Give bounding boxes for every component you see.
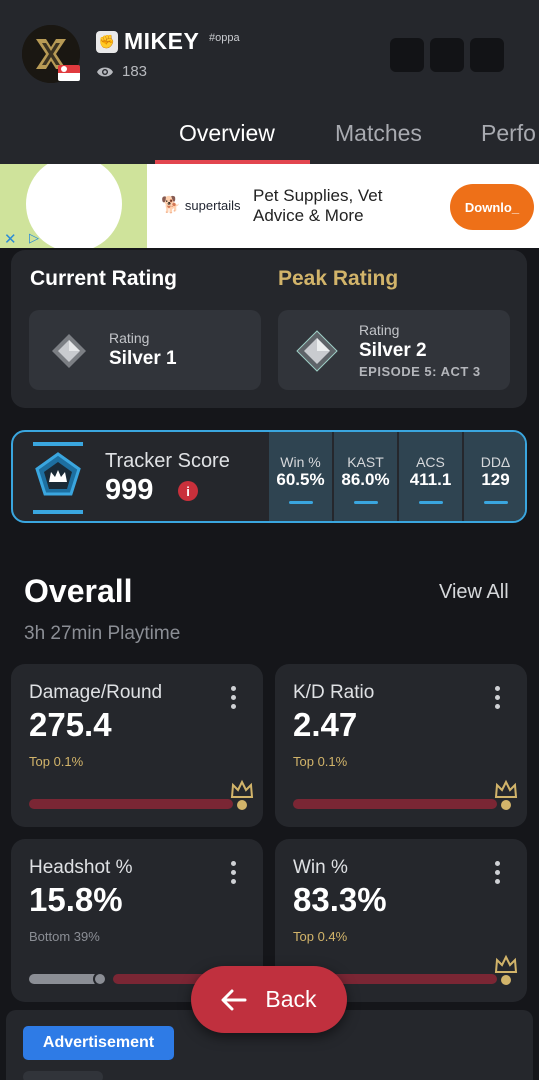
ad-text: Pet Supplies, Vet Advice & More <box>253 186 383 225</box>
stat-value: 60.5% <box>276 470 325 489</box>
ad-placeholder <box>23 1071 103 1080</box>
stat-value: 129 <box>481 470 510 489</box>
stat-card-kd-ratio[interactable]: K/D Ratio 2.47 Top 0.1% <box>275 664 527 827</box>
stat-value: 275.4 <box>29 706 112 743</box>
stat-label: KAST <box>347 454 384 470</box>
ad-choices-icon[interactable]: ▷ <box>29 230 39 246</box>
advertisement-badge: Advertisement <box>23 1026 174 1060</box>
view-all-link[interactable]: View All <box>439 581 509 604</box>
arrow-left-icon <box>221 989 247 1010</box>
more-options-icon[interactable] <box>231 861 237 885</box>
stat-percentile: Top 0.1% <box>29 754 84 769</box>
tracker-badge-icon <box>33 442 83 514</box>
more-options-icon[interactable] <box>231 686 237 710</box>
tab-overview[interactable]: Overview <box>179 120 275 147</box>
ad-banner[interactable]: 🐕 supertails Pet Supplies, Vet Advice & … <box>0 164 539 248</box>
stat-percentile: Top 0.4% <box>293 929 348 944</box>
current-rating-box: Rating Silver 1 <box>29 310 261 390</box>
stat-name: Headshot % <box>29 857 133 878</box>
percentile-bar <box>293 799 497 809</box>
country-flag-icon <box>58 65 80 81</box>
stat-label: Win % <box>280 454 321 470</box>
percentile-bar-fill <box>29 974 99 984</box>
tab-matches[interactable]: Matches <box>335 120 422 147</box>
stat-bar <box>419 501 443 504</box>
stat-bar <box>289 501 313 504</box>
header-action-button-3[interactable] <box>470 38 504 72</box>
peak-rating-label: Rating <box>359 322 400 338</box>
playtime: 3h 27min Playtime <box>24 623 181 644</box>
stat-label: DDΔ <box>480 454 511 470</box>
peak-rating-box: Rating Silver 2 EPISODE 5: ACT 3 <box>278 310 510 390</box>
close-icon[interactable]: ✕ <box>4 230 17 248</box>
header-action-button-2[interactable] <box>430 38 464 72</box>
silver-rank-icon <box>52 334 86 368</box>
more-options-icon[interactable] <box>495 861 501 885</box>
peak-episode: EPISODE 5: ACT 3 <box>359 364 481 379</box>
percentile-marker <box>93 972 107 986</box>
ad-brand: 🐕 supertails <box>161 195 241 215</box>
profile-header: ✊ MIKEY #oppa 183 Overview Matches Perfo <box>0 0 539 164</box>
percentile-bar <box>29 799 233 809</box>
stat-name: K/D Ratio <box>293 682 375 703</box>
stat-value: 15.8% <box>29 881 123 918</box>
crown-icon <box>494 954 518 985</box>
tab-bar: Overview Matches Perfo <box>0 104 539 164</box>
tracker-stat-kast: KAST 86.0% <box>334 432 397 521</box>
eye-icon <box>97 67 113 76</box>
more-options-icon[interactable] <box>495 686 501 710</box>
tracker-score-label: Tracker Score <box>105 450 230 472</box>
tracker-stat-dda: DDΔ 129 <box>464 432 525 521</box>
peak-rank: Silver 2 <box>359 340 427 361</box>
crown-icon <box>494 779 518 810</box>
stat-name: Damage/Round <box>29 682 163 703</box>
stat-value: 86.0% <box>341 470 390 489</box>
riot-fist-icon: ✊ <box>96 31 118 53</box>
current-rating-title: Current Rating <box>30 267 177 290</box>
stat-name: Win % <box>293 857 348 878</box>
stat-percentile: Top 0.1% <box>293 754 348 769</box>
peak-rating-title: Peak Rating <box>278 267 399 290</box>
stat-label: ACS <box>416 454 445 470</box>
stat-card-damage-round[interactable]: Damage/Round 275.4 Top 0.1% <box>11 664 263 827</box>
back-button[interactable]: Back <box>191 966 347 1033</box>
crown-icon <box>230 779 254 810</box>
stat-bar <box>354 501 378 504</box>
view-count: 183 <box>96 63 147 80</box>
stat-value: 2.47 <box>293 706 358 743</box>
current-rating-label: Rating <box>109 330 150 346</box>
ad-download-button[interactable]: Downlo_ <box>450 184 534 230</box>
stat-value: 83.3% <box>293 881 387 918</box>
header-action-button-1[interactable] <box>390 38 424 72</box>
current-rank: Silver 1 <box>109 348 177 369</box>
stat-value: 411.1 <box>409 470 452 489</box>
stat-percentile: Bottom 39% <box>29 929 100 944</box>
info-icon[interactable]: i <box>178 481 198 501</box>
rating-card: Current Rating Peak Rating Rating Silver… <box>11 250 527 408</box>
player-tag: #oppa <box>209 32 240 44</box>
player-name: MIKEY <box>124 28 200 54</box>
tracker-stat-win: Win % 60.5% <box>269 432 332 521</box>
tracker-score-value: 999 <box>105 474 154 506</box>
tab-performance[interactable]: Perfo <box>481 120 536 147</box>
tracker-stat-acs: ACS 411.1 <box>399 432 462 521</box>
ad-brand-name: supertails <box>184 197 241 213</box>
back-button-label: Back <box>265 986 317 1012</box>
dog-icon: 🐕 <box>161 197 181 214</box>
tracker-score-card[interactable]: Tracker Score 999 i Win % 60.5% KAST 86.… <box>11 430 527 523</box>
silver-rank-icon <box>296 330 338 372</box>
stat-bar <box>484 501 508 504</box>
overall-title: Overall <box>24 573 133 609</box>
ad-image <box>0 164 147 248</box>
view-count-value: 183 <box>122 63 148 80</box>
